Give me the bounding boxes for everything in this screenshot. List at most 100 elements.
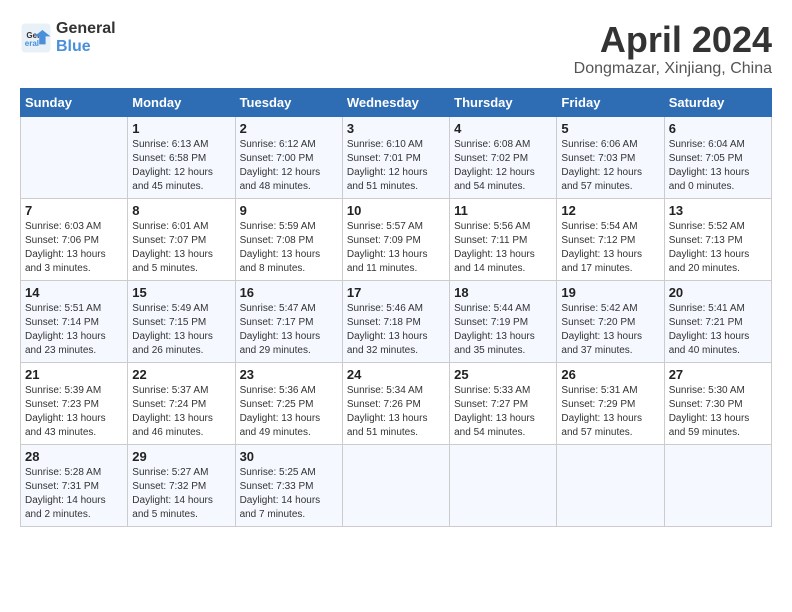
day-number: 1 [132,121,230,136]
day-number: 8 [132,203,230,218]
calendar-cell: 22Sunrise: 5:37 AMSunset: 7:24 PMDayligh… [128,362,235,444]
day-info: Sunrise: 5:31 AMSunset: 7:29 PMDaylight:… [561,384,659,440]
day-info: Sunrise: 5:33 AMSunset: 7:27 PMDaylight:… [454,384,552,440]
calendar-week-2: 7 Sunrise: 6:03 AMSunset: 7:06 PMDaylight… [21,198,772,280]
calendar-cell: 30Sunrise: 5:25 AMSunset: 7:33 PMDayligh… [235,444,342,526]
day-info: Sunrise: 6:10 AMSunset: 7:01 PMDaylight:… [347,138,445,194]
day-number: 25 [454,367,552,382]
day-info: Sunrise: 5:42 AMSunset: 7:20 PMDaylight:… [561,302,659,358]
day-info: Sunrise: 5:27 AMSunset: 7:32 PMDaylight:… [132,466,230,522]
header-thursday: Thursday [450,88,557,116]
calendar-cell [21,116,128,198]
calendar-cell: 18Sunrise: 5:44 AMSunset: 7:19 PMDayligh… [450,280,557,362]
day-info: Sunrise: 6:06 AMSunset: 7:03 PMDaylight:… [561,138,659,194]
calendar-cell: 25 Sunrise: 5:33 AMSunset: 7:27 PMDayligh… [450,362,557,444]
header-sunday: Sunday [21,88,128,116]
day-info: Sunrise: 5:59 AMSunset: 7:08 PMDaylight:… [240,220,338,276]
day-number: 20 [669,285,767,300]
day-info: Sunrise: 5:51 AMSunset: 7:14 PMDaylight:… [25,302,123,358]
day-number: 12 [561,203,659,218]
day-info: Sunrise: 6:03 AMSunset: 7:06 PMDaylight:… [25,220,123,276]
day-number: 27 [669,367,767,382]
day-number: 6 [669,121,767,136]
day-number: 3 [347,121,445,136]
calendar-cell: 12 Sunrise: 5:54 AMSunset: 7:12 PMDayligh… [557,198,664,280]
calendar-cell: 19 Sunrise: 5:42 AMSunset: 7:20 PMDayligh… [557,280,664,362]
day-info: Sunrise: 6:04 AMSunset: 7:05 PMDaylight:… [669,138,767,194]
calendar-cell: 2Sunrise: 6:12 AMSunset: 7:00 PMDaylight… [235,116,342,198]
day-info: Sunrise: 6:01 AMSunset: 7:07 PMDaylight:… [132,220,230,276]
day-number: 26 [561,367,659,382]
day-info: Sunrise: 6:08 AMSunset: 7:02 PMDaylight:… [454,138,552,194]
calendar-cell: 10Sunrise: 5:57 AMSunset: 7:09 PMDayligh… [342,198,449,280]
calendar-cell: 26 Sunrise: 5:31 AMSunset: 7:29 PMDayligh… [557,362,664,444]
day-number: 9 [240,203,338,218]
calendar-cell: 21 Sunrise: 5:39 AMSunset: 7:23 PMDayligh… [21,362,128,444]
calendar-cell: 29 Sunrise: 5:27 AMSunset: 7:32 PMDayligh… [128,444,235,526]
day-info: Sunrise: 5:37 AMSunset: 7:24 PMDaylight:… [132,384,230,440]
day-number: 5 [561,121,659,136]
calendar-cell: 28 Sunrise: 5:28 AMSunset: 7:31 PMDayligh… [21,444,128,526]
day-number: 23 [240,367,338,382]
header-tuesday: Tuesday [235,88,342,116]
day-number: 28 [25,449,123,464]
month-title: April 2024 [574,20,772,60]
calendar-cell: 4 Sunrise: 6:08 AMSunset: 7:02 PMDaylight… [450,116,557,198]
day-number: 16 [240,285,338,300]
calendar-cell: 11Sunrise: 5:56 AMSunset: 7:11 PMDayligh… [450,198,557,280]
svg-text:eral: eral [25,39,39,48]
header-monday: Monday [128,88,235,116]
header-wednesday: Wednesday [342,88,449,116]
day-number: 11 [454,203,552,218]
day-number: 17 [347,285,445,300]
day-info: Sunrise: 5:28 AMSunset: 7:31 PMDaylight:… [25,466,123,522]
day-number: 4 [454,121,552,136]
title-area: April 2024 Dongmazar, Xinjiang, China [574,20,772,78]
calendar-cell [342,444,449,526]
day-info: Sunrise: 5:52 AMSunset: 7:13 PMDaylight:… [669,220,767,276]
day-number: 7 [25,203,123,218]
day-info: Sunrise: 5:46 AMSunset: 7:18 PMDaylight:… [347,302,445,358]
day-number: 14 [25,285,123,300]
calendar-cell: 17 Sunrise: 5:46 AMSunset: 7:18 PMDayligh… [342,280,449,362]
calendar-cell: 27 Sunrise: 5:30 AMSunset: 7:30 PMDayligh… [664,362,771,444]
header-friday: Friday [557,88,664,116]
calendar-week-3: 14 Sunrise: 5:51 AMSunset: 7:14 PMDayligh… [21,280,772,362]
calendar-cell: 9 Sunrise: 5:59 AMSunset: 7:08 PMDaylight… [235,198,342,280]
day-info: Sunrise: 5:36 AMSunset: 7:25 PMDaylight:… [240,384,338,440]
day-info: Sunrise: 5:49 AMSunset: 7:15 PMDaylight:… [132,302,230,358]
day-number: 21 [25,367,123,382]
calendar-cell [450,444,557,526]
day-info: Sunrise: 6:12 AMSunset: 7:00 PMDaylight:… [240,138,338,194]
day-number: 24 [347,367,445,382]
day-number: 18 [454,285,552,300]
calendar-cell: 13Sunrise: 5:52 AMSunset: 7:13 PMDayligh… [664,198,771,280]
day-number: 19 [561,285,659,300]
calendar-cell: 7 Sunrise: 6:03 AMSunset: 7:06 PMDaylight… [21,198,128,280]
day-info: Sunrise: 5:39 AMSunset: 7:23 PMDaylight:… [25,384,123,440]
day-info: Sunrise: 5:54 AMSunset: 7:12 PMDaylight:… [561,220,659,276]
calendar-cell [664,444,771,526]
calendar-cell: 1 Sunrise: 6:13 AMSunset: 6:58 PMDaylight… [128,116,235,198]
header-saturday: Saturday [664,88,771,116]
location-title: Dongmazar, Xinjiang, China [574,60,772,78]
day-info: Sunrise: 5:41 AMSunset: 7:21 PMDaylight:… [669,302,767,358]
calendar-cell: 20 Sunrise: 5:41 AMSunset: 7:21 PMDayligh… [664,280,771,362]
calendar-header-row: SundayMondayTuesdayWednesdayThursdayFrid… [21,88,772,116]
day-info: Sunrise: 6:13 AMSunset: 6:58 PMDaylight:… [132,138,230,194]
day-info: Sunrise: 5:30 AMSunset: 7:30 PMDaylight:… [669,384,767,440]
logo: Gen eral General Blue [20,20,116,55]
day-info: Sunrise: 5:34 AMSunset: 7:26 PMDaylight:… [347,384,445,440]
calendar-cell: 3 Sunrise: 6:10 AMSunset: 7:01 PMDaylight… [342,116,449,198]
calendar-cell: 23 Sunrise: 5:36 AMSunset: 7:25 PMDayligh… [235,362,342,444]
calendar-week-4: 21 Sunrise: 5:39 AMSunset: 7:23 PMDayligh… [21,362,772,444]
calendar-cell: 8 Sunrise: 6:01 AMSunset: 7:07 PMDaylight… [128,198,235,280]
calendar-cell: 14 Sunrise: 5:51 AMSunset: 7:14 PMDayligh… [21,280,128,362]
calendar-cell: 16Sunrise: 5:47 AMSunset: 7:17 PMDayligh… [235,280,342,362]
calendar-table: SundayMondayTuesdayWednesdayThursdayFrid… [20,88,772,527]
day-info: Sunrise: 5:57 AMSunset: 7:09 PMDaylight:… [347,220,445,276]
calendar-week-5: 28 Sunrise: 5:28 AMSunset: 7:31 PMDayligh… [21,444,772,526]
calendar-cell: 5 Sunrise: 6:06 AMSunset: 7:03 PMDaylight… [557,116,664,198]
day-number: 29 [132,449,230,464]
day-number: 30 [240,449,338,464]
